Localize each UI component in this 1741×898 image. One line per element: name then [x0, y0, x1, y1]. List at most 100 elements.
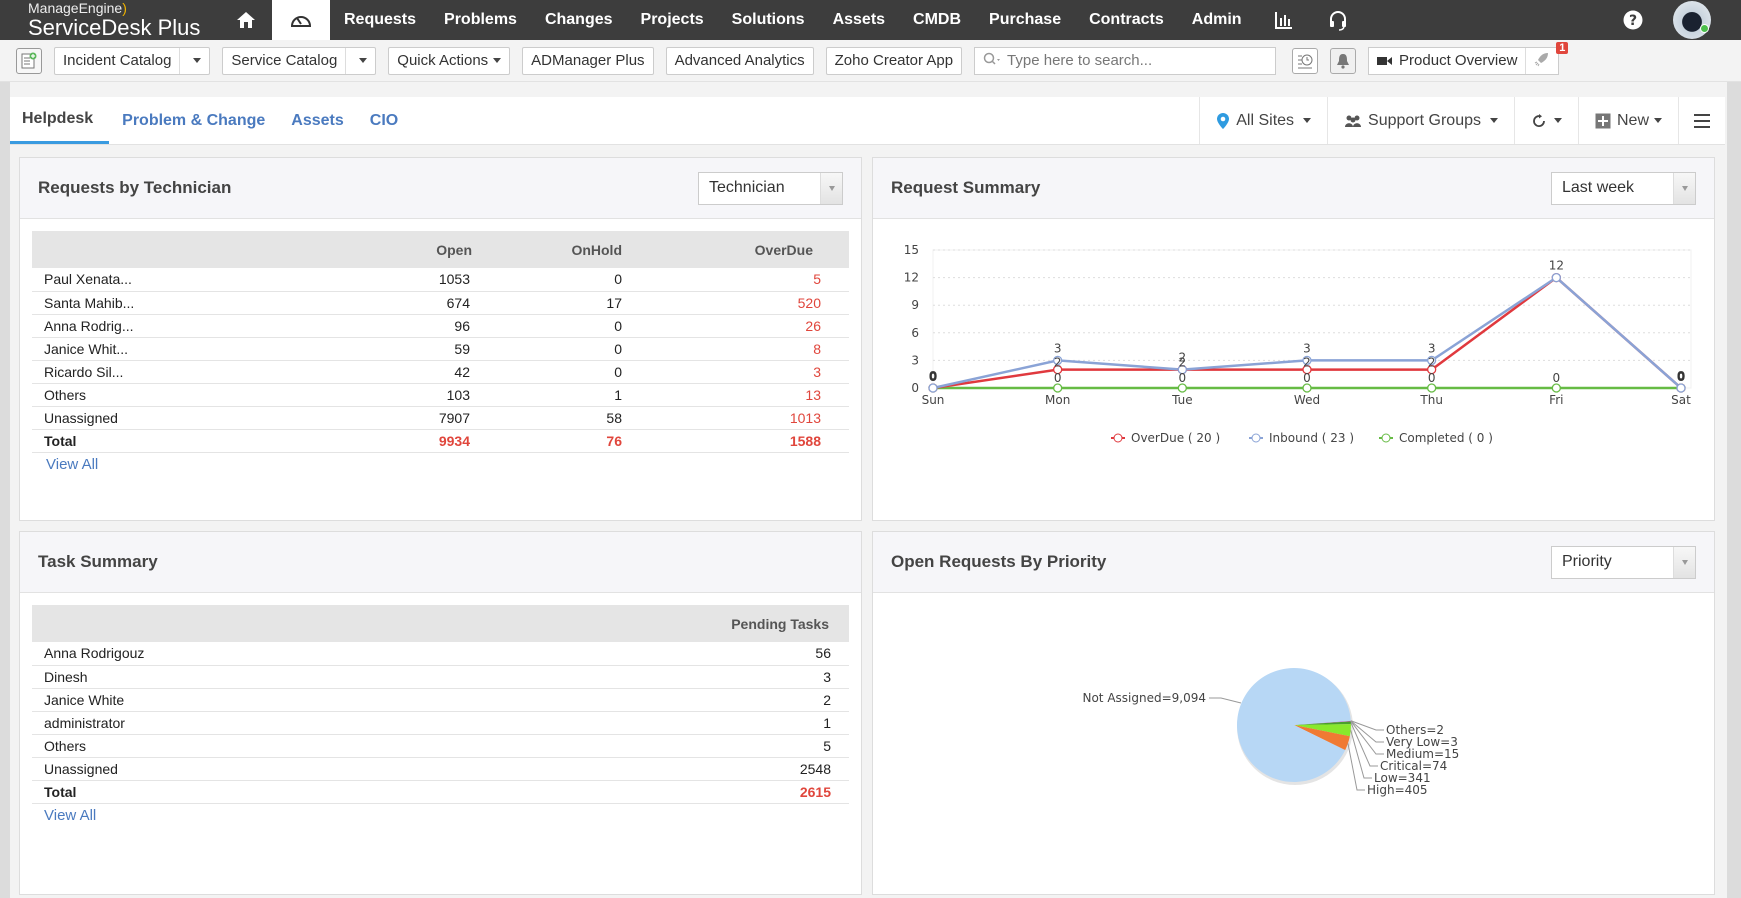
reports-button[interactable]	[1256, 0, 1312, 40]
column-header-pending-tasks: Pending Tasks	[731, 615, 829, 632]
nav-assets[interactable]: Assets	[819, 0, 899, 40]
notifications-button[interactable]	[1330, 47, 1357, 74]
chevron-down-icon	[1681, 559, 1688, 565]
reports-icon	[1274, 12, 1292, 29]
service-catalog-dropdown[interactable]	[345, 47, 368, 74]
support-button[interactable]	[1312, 0, 1364, 40]
technician-requests-table: Open OnHold OverDue Paul Xenata... 1053 0 5…	[32, 231, 849, 453]
reminders-button[interactable]	[1292, 47, 1319, 74]
data-label: 0	[929, 370, 937, 384]
cell-onhold: 1	[614, 386, 622, 403]
user-avatar[interactable]	[1673, 1, 1711, 39]
view-all-link[interactable]: View All	[44, 807, 96, 824]
all-sites-dropdown[interactable]: All Sites	[1199, 97, 1327, 144]
legend-item-overdue[interactable]: OverDue ( 20 )	[1111, 431, 1220, 445]
cell-overdue: 1013	[789, 409, 821, 426]
menu-button[interactable]	[1678, 97, 1725, 144]
cell-open: 42	[454, 363, 470, 380]
tab-cio[interactable]: CIO	[357, 97, 411, 144]
page-scrollbar[interactable]	[1727, 82, 1741, 898]
whats-new-button[interactable]	[1526, 51, 1558, 71]
tab-helpdesk[interactable]: Helpdesk	[10, 97, 110, 144]
bell-icon	[1337, 53, 1350, 69]
data-label: 0	[1428, 371, 1436, 385]
table-row: Anna Rodrig... 96 0 26	[32, 314, 849, 337]
task-summary-widget: Task Summary Pending Tasks Anna Rodrigou…	[19, 531, 862, 895]
legend-item-inbound[interactable]: Inbound ( 23 )	[1249, 431, 1354, 445]
new-widget-dropdown[interactable]: New	[1577, 97, 1678, 144]
cell-open: 9934	[438, 432, 470, 449]
y-tick-label: 3	[911, 353, 919, 367]
priority-filter-select[interactable]: Priority	[1551, 545, 1696, 579]
incident-catalog-button[interactable]: Incident Catalog	[54, 46, 211, 75]
cell-onhold: 0	[614, 271, 622, 288]
cell-name: Ricardo Sil...	[44, 363, 124, 380]
product-overview-button[interactable]: Product Overview 1	[1368, 41, 1569, 75]
nav-requests[interactable]: Requests	[330, 0, 430, 40]
nav-cmdb[interactable]: CMDB	[899, 0, 975, 40]
service-catalog-button[interactable]: Service Catalog	[222, 46, 377, 75]
home-button[interactable]	[220, 0, 272, 40]
requests-by-technician-widget: Requests by Technician Technician Open O…	[19, 157, 862, 521]
quick-actions-label: Quick Actions	[397, 52, 489, 69]
table-row: Paul Xenata... 1053 0 5	[32, 268, 849, 291]
product-overview-label: Product Overview	[1399, 52, 1518, 69]
table-row: Santa Mahib... 674 17 520	[32, 291, 849, 314]
zoho-creator-button[interactable]: Zoho Creator App	[825, 46, 963, 75]
advanced-analytics-button[interactable]: Advanced Analytics	[665, 46, 814, 75]
data-label: 2	[1303, 356, 1311, 370]
widget-title: Open Requests By Priority	[891, 552, 1107, 571]
x-tick-label: Mon	[1045, 393, 1070, 407]
tab-assets[interactable]: Assets	[278, 97, 356, 144]
nav-projects[interactable]: Projects	[627, 0, 718, 40]
incident-catalog-label: Incident Catalog	[63, 52, 172, 69]
app-logo[interactable]: ManageEngine) ServiceDesk Plus	[0, 0, 220, 40]
search-icon[interactable]	[983, 52, 1003, 70]
widget-title: Requests by Technician	[38, 178, 232, 197]
help-button[interactable]: ?	[1607, 0, 1659, 40]
nav-changes[interactable]: Changes	[531, 0, 627, 40]
data-point-inbound	[1551, 272, 1561, 283]
quick-actions-button[interactable]: Quick Actions	[388, 46, 511, 75]
service-catalog-label: Service Catalog	[231, 52, 338, 69]
nav-contracts[interactable]: Contracts	[1075, 0, 1178, 40]
table-header-row: Pending Tasks	[32, 605, 849, 642]
y-tick-label: 15	[904, 243, 919, 257]
nav-purchase[interactable]: Purchase	[975, 0, 1075, 40]
x-tick-label: Tue	[1171, 393, 1193, 407]
tab-problem-change[interactable]: Problem & Change	[109, 97, 278, 144]
leader-line	[1350, 720, 1384, 743]
request-summary-line-chart: 03691215Sun Mon Tue Wed Thu Fri Sat2 2 2 20323 312…	[904, 243, 1692, 445]
column-header-name	[32, 231, 332, 268]
cell-name: Janice Whit...	[44, 340, 129, 357]
chevron-down-icon	[359, 58, 368, 63]
y-tick-label: 9	[911, 298, 919, 312]
cell-onhold: 0	[614, 317, 622, 334]
cell-name: Paul Xenata...	[44, 271, 132, 288]
admanager-plus-button[interactable]: ADManager Plus	[522, 46, 654, 75]
data-point-inbound	[1676, 383, 1686, 393]
support-groups-dropdown[interactable]: Support Groups	[1327, 97, 1514, 144]
refresh-dropdown[interactable]	[1513, 97, 1578, 144]
nav-problems[interactable]: Problems	[430, 0, 531, 40]
location-pin-icon	[1217, 112, 1230, 129]
legend-marker	[1113, 433, 1123, 443]
global-search-input[interactable]: Type here to search...	[974, 46, 1277, 75]
technician-filter-select[interactable]: Technician	[698, 171, 843, 205]
legend-item-completed[interactable]: Completed ( 0 )	[1379, 431, 1493, 445]
incident-catalog-dropdown[interactable]	[179, 47, 202, 74]
y-tick-label: 0	[911, 381, 919, 395]
table-row: Dinesh 3	[32, 665, 849, 688]
nav-admin[interactable]: Admin	[1178, 0, 1256, 40]
period-filter-select[interactable]: Last week	[1551, 171, 1696, 205]
cell-pending: 56	[815, 645, 831, 662]
dashboard-button[interactable]	[272, 0, 330, 40]
y-tick-label: 6	[911, 326, 919, 340]
widget-title: Task Summary	[38, 552, 158, 571]
nav-solutions[interactable]: Solutions	[718, 0, 819, 40]
cell-onhold: 76	[606, 432, 622, 449]
cell-overdue: 5	[813, 271, 821, 288]
view-all-link[interactable]: View All	[46, 456, 98, 473]
cell-open: 1053	[438, 271, 470, 288]
new-request-button[interactable]	[16, 47, 42, 74]
